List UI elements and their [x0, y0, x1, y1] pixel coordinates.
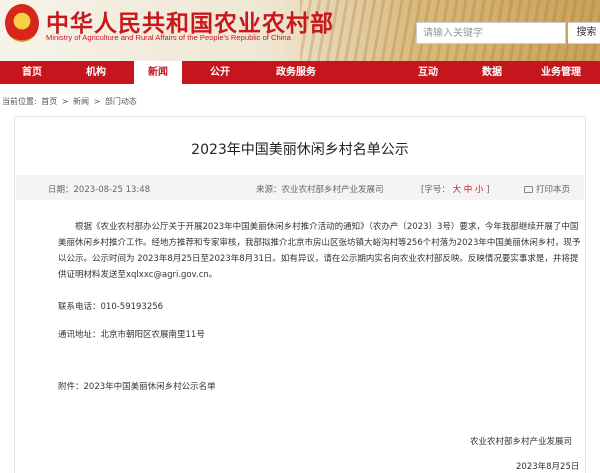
article-title: 2023年中国美丽休闲乡村名单公示: [191, 142, 409, 158]
font-size-end: ]: [486, 185, 490, 195]
main-nav: 首页 机构 新闻 公开 政务服务 互动 数据 业务管理: [0, 61, 600, 84]
font-size-control: [字号： 大 中 小 ]: [421, 183, 490, 195]
print-label: 打印本页: [536, 185, 571, 195]
font-size-label: [字号：: [421, 185, 450, 195]
breadcrumb-separator: >: [61, 97, 69, 106]
contact-phone: 联系电话：010-59193256: [58, 302, 164, 312]
site-header: 中华人民共和国农业农村部 Ministry of Agriculture and…: [0, 0, 600, 61]
nav-item-business[interactable]: 业务管理: [530, 61, 592, 84]
article-meta-bar: 日期：2023-08-25 13:48 来源：农业农村部乡村产业发展司 [字号：…: [16, 175, 584, 200]
font-size-large[interactable]: 大: [453, 185, 462, 195]
breadcrumb-item-news[interactable]: 新闻: [73, 97, 89, 106]
attachment-link[interactable]: 附件：2023年中国美丽休闲乡村公示名单: [58, 380, 216, 392]
publish-date: 日期：2023-08-25 13:48: [48, 185, 151, 195]
print-button[interactable]: 打印本页: [524, 183, 570, 195]
font-size-medium[interactable]: 中: [464, 185, 473, 195]
breadcrumb-item-dept[interactable]: 部门动态: [105, 97, 137, 106]
nav-item-institutions[interactable]: 机构: [74, 61, 118, 84]
contact-address: 通讯地址：北京市朝阳区农展南里11号: [58, 330, 205, 340]
site-subtitle: Ministry of Agriculture and Rural Affair…: [46, 33, 291, 42]
breadcrumb-item-home[interactable]: 首页: [41, 97, 57, 106]
breadcrumb-separator: >: [93, 97, 101, 106]
signature-org: 农业农村部乡村产业发展司: [470, 437, 573, 447]
nav-item-data[interactable]: 数据: [470, 61, 514, 84]
font-size-small[interactable]: 小: [475, 185, 484, 195]
nav-item-interaction[interactable]: 互动: [406, 61, 450, 84]
national-emblem-icon: [5, 4, 39, 42]
signature-date: 2023年8月25日: [516, 462, 580, 472]
nav-item-home[interactable]: 首页: [10, 61, 54, 84]
article-source: 来源：农业农村部乡村产业发展司: [256, 185, 384, 195]
printer-icon: [524, 186, 533, 193]
nav-item-open[interactable]: 公开: [198, 61, 242, 84]
article-paragraph: 根据《农业农村部办公厅关于开展2023年中国美丽休闲乡村推介活动的通知》（农办产…: [58, 222, 581, 280]
breadcrumb: 当前位置: 首页 > 新闻 > 部门动态: [2, 96, 139, 107]
breadcrumb-label: 当前位置:: [2, 97, 37, 106]
nav-item-services[interactable]: 政务服务: [268, 61, 324, 84]
article-body: 根据《农业农村部办公厅关于开展2023年中国美丽休闲乡村推介活动的通知》（农办产…: [58, 219, 586, 283]
search-input[interactable]: [416, 22, 566, 44]
nav-item-news[interactable]: 新闻: [134, 61, 182, 84]
article-panel: [14, 116, 586, 473]
search-button[interactable]: 搜索: [568, 22, 600, 44]
